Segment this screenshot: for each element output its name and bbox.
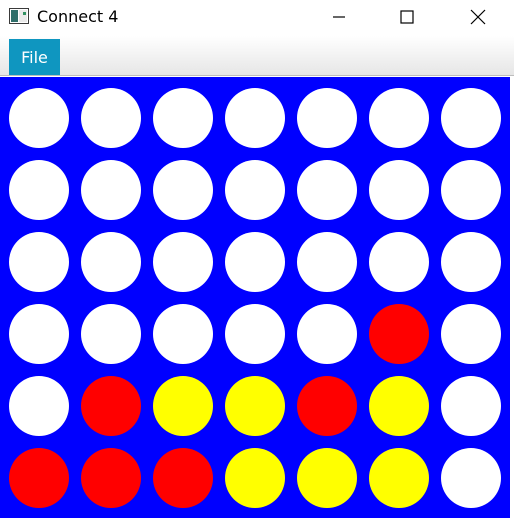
board-cell-r6-c3[interactable]: [153, 448, 213, 508]
board-cell-r6-c6[interactable]: [369, 448, 429, 508]
board-cell-r6-c1[interactable]: [9, 448, 69, 508]
app-window-icon: [9, 8, 29, 24]
board-cell-r1-c4[interactable]: [225, 88, 285, 148]
game-board: [0, 77, 510, 518]
board-cell-r4-c2[interactable]: [81, 304, 141, 364]
board-cell-r6-c5[interactable]: [297, 448, 357, 508]
board-cell-r4-c1[interactable]: [9, 304, 69, 364]
board-cell-r2-c1[interactable]: [9, 160, 69, 220]
close-icon: [470, 9, 486, 25]
board-cell-r1-c7[interactable]: [441, 88, 501, 148]
window-title: Connect 4: [37, 7, 119, 26]
board-cell-r3-c6[interactable]: [369, 232, 429, 292]
board-cell-r1-c2[interactable]: [81, 88, 141, 148]
board-cell-r6-c7[interactable]: [441, 448, 501, 508]
board-cell-r4-c4[interactable]: [225, 304, 285, 364]
board-cell-r5-c1[interactable]: [9, 376, 69, 436]
board-cell-r5-c5[interactable]: [297, 376, 357, 436]
board-cell-r2-c7[interactable]: [441, 160, 501, 220]
board-cell-r5-c6[interactable]: [369, 376, 429, 436]
board-cell-r3-c4[interactable]: [225, 232, 285, 292]
board-cell-r4-c3[interactable]: [153, 304, 213, 364]
window-edge: [510, 77, 514, 518]
board-cell-r4-c5[interactable]: [297, 304, 357, 364]
board-cell-r3-c1[interactable]: [9, 232, 69, 292]
board-cell-r5-c4[interactable]: [225, 376, 285, 436]
board-cell-r2-c2[interactable]: [81, 160, 141, 220]
minimize-button[interactable]: [316, 0, 362, 34]
board-cell-r3-c7[interactable]: [441, 232, 501, 292]
title-bar[interactable]: Connect 4: [0, 0, 514, 36]
board-cell-r2-c5[interactable]: [297, 160, 357, 220]
board-cell-r6-c4[interactable]: [225, 448, 285, 508]
board-cell-r4-c6[interactable]: [369, 304, 429, 364]
board-cell-r1-c5[interactable]: [297, 88, 357, 148]
board-cell-r5-c7[interactable]: [441, 376, 501, 436]
board-cell-r5-c3[interactable]: [153, 376, 213, 436]
maximize-button[interactable]: [384, 0, 430, 34]
board-cell-r2-c3[interactable]: [153, 160, 213, 220]
board-cell-r5-c2[interactable]: [81, 376, 141, 436]
close-button[interactable]: [455, 0, 501, 34]
board-cell-r1-c6[interactable]: [369, 88, 429, 148]
board-cell-r3-c3[interactable]: [153, 232, 213, 292]
board-cell-r4-c7[interactable]: [441, 304, 501, 364]
minimize-icon: [333, 16, 345, 18]
board-cell-r2-c4[interactable]: [225, 160, 285, 220]
board-cell-r1-c3[interactable]: [153, 88, 213, 148]
board-cell-r3-c2[interactable]: [81, 232, 141, 292]
board-cell-r6-c2[interactable]: [81, 448, 141, 508]
menu-file[interactable]: File: [9, 39, 60, 75]
board-cell-r2-c6[interactable]: [369, 160, 429, 220]
menu-bar: File: [0, 36, 514, 76]
maximize-icon: [400, 10, 414, 24]
game-window: Connect 4 File: [0, 0, 514, 518]
board-cell-r3-c5[interactable]: [297, 232, 357, 292]
board-cell-r1-c1[interactable]: [9, 88, 69, 148]
